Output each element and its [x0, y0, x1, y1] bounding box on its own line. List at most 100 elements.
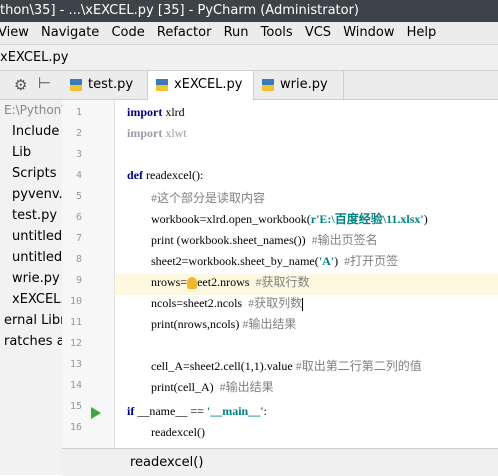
line-number: 11	[69, 317, 82, 328]
gear-icon[interactable]: ⚙	[14, 76, 27, 94]
tree-item-label: ernal Libra	[4, 313, 62, 328]
comment: #输出结果	[219, 380, 274, 394]
project-toolbar: ⚙ ⊢	[0, 71, 62, 100]
tree-item-scratches[interactable]: ratches and	[0, 331, 62, 352]
code-text: workbook=xlrd.open_workbook(	[151, 212, 311, 226]
menu-run[interactable]: Run	[224, 22, 249, 44]
string-literal: r'E:\百度经验\11.xlsx'	[310, 212, 424, 226]
code-text: readexcel():	[143, 168, 204, 182]
python-file-icon	[70, 79, 82, 91]
project-tree: E:\Python\ Include Lib Scripts pyvenv.cf…	[0, 100, 63, 475]
window-title: thon\35] - ...\xEXCEL.py [35] - PyCharm …	[0, 3, 359, 18]
code-text: cell_A=sheet2.cell(1,1).value	[151, 359, 296, 373]
menu-view[interactable]: View	[0, 22, 29, 44]
lightbulb-icon[interactable]	[187, 277, 198, 290]
menu-refactor[interactable]: Refactor	[157, 22, 212, 44]
code-editor[interactable]: import xlrd import xlwt def readexcel():…	[115, 100, 498, 448]
code-text: xlrd	[162, 105, 185, 119]
line-number: 3	[75, 149, 82, 160]
code-line: readexcel()	[151, 425, 205, 440]
tree-item-label: xEXCEL.py	[12, 292, 62, 307]
tree-item-wrie-py[interactable]: wrie.py	[0, 268, 62, 289]
comment: #打开页签	[344, 254, 399, 268]
code-line: nrows= eet2.nrows #获取行数	[151, 273, 309, 290]
comment: #这个部分是读取内容	[151, 191, 266, 205]
window-title-bar: thon\35] - ...\xEXCEL.py [35] - PyCharm …	[0, 0, 498, 22]
tree-item-label: ratches and	[4, 334, 62, 349]
line-number: 6	[75, 212, 82, 223]
code-text: print(nrows,ncols)	[151, 317, 243, 331]
line-number: 2	[75, 128, 82, 139]
python-file-icon	[262, 79, 274, 91]
menu-window[interactable]: Window	[343, 22, 394, 44]
project-root[interactable]: E:\Python\	[0, 100, 62, 121]
menu-help[interactable]: Help	[407, 22, 437, 44]
hide-panel-icon[interactable]: ⊢	[38, 74, 51, 92]
code-text: xlwt	[162, 126, 187, 140]
navigation-bar: xEXCEL.py	[0, 45, 498, 71]
tree-item-label: wrie.py	[12, 271, 60, 286]
tree-item-pyvenv[interactable]: pyvenv.cfg	[0, 184, 62, 205]
line-number: 1	[75, 107, 82, 118]
comment: #获取行数	[255, 275, 310, 289]
line-number: 14	[69, 380, 82, 391]
line-number-gutter: 1 2 3 4 5 6 7 8 9 10 11 12 13 14 15 16	[62, 100, 115, 448]
line-number: 8	[75, 254, 82, 265]
code-line: if __name__ == '__main__':	[127, 404, 267, 419]
tree-item-label: Scripts	[12, 166, 57, 181]
code-line: cell_A=sheet2.cell(1,1).value #取出第二行第二列的…	[151, 357, 422, 374]
text-caret	[302, 297, 304, 311]
code-text: )	[423, 212, 428, 226]
line-number: 16	[69, 422, 82, 433]
code-line: print(cell_A) #输出结果	[151, 378, 274, 395]
comment: #取出第二行第二列的值	[295, 359, 422, 373]
code-line: print(nrows,ncols) #输出结果	[151, 315, 296, 332]
string-literal: 'A'	[318, 254, 335, 268]
code-line: #这个部分是读取内容	[151, 189, 265, 206]
breadcrumb-file[interactable]: xEXCEL.py	[0, 50, 68, 65]
python-file-icon	[156, 79, 168, 91]
line-number: 15	[69, 401, 82, 412]
string-literal: '__main__'	[206, 404, 264, 418]
tree-item-lib[interactable]: Lib	[0, 142, 62, 163]
run-icon[interactable]	[91, 407, 101, 419]
menu-bar: View Navigate Code Refactor Run Tools VC…	[0, 22, 498, 45]
tree-item-label: Include	[12, 124, 60, 139]
code-text: ncols=sheet2.ncols	[151, 296, 249, 310]
menu-tools[interactable]: Tools	[261, 22, 293, 44]
tree-item-external-libraries[interactable]: ernal Libra	[0, 310, 62, 331]
line-number: 13	[69, 359, 82, 370]
tree-item-scripts[interactable]: Scripts	[0, 163, 62, 184]
tab-xexcel-py[interactable]: xEXCEL.py	[148, 71, 254, 100]
menu-vcs[interactable]: VCS	[305, 22, 331, 44]
code-text: readexcel()	[151, 425, 205, 439]
tree-item-label: test.py	[12, 208, 58, 223]
code-text: print (workbook.sheet_names())	[151, 233, 312, 247]
tab-label: test.py	[88, 77, 134, 92]
code-text: eet2.nrows	[197, 275, 256, 289]
tree-item-xexcel-py[interactable]: xEXCEL.py	[0, 289, 62, 310]
menu-code[interactable]: Code	[111, 22, 144, 44]
menu-navigate[interactable]: Navigate	[41, 22, 99, 44]
comment: #获取列数	[248, 296, 303, 310]
tree-item-test-py[interactable]: test.py	[0, 205, 62, 226]
line-number: 9	[75, 275, 82, 286]
tree-item-untitled-ui[interactable]: untitled.ui	[0, 247, 62, 268]
code-line: print (workbook.sheet_names()) #输出页签名	[151, 231, 378, 248]
tree-item-label: pyvenv.cfg	[12, 187, 63, 202]
tab-test-py[interactable]: test.py	[62, 71, 148, 99]
keyword: def	[127, 168, 143, 182]
code-text: print(cell_A)	[151, 380, 220, 394]
breadcrumb-function[interactable]: readexcel()	[130, 449, 203, 476]
tree-item-untitled-py[interactable]: untitled.py	[0, 226, 62, 247]
line-number: 5	[75, 191, 82, 202]
code-line: sheet2=workbook.sheet_by_name('A') #打开页签	[151, 252, 398, 269]
tree-item-include[interactable]: Include	[0, 121, 62, 142]
code-text: __name__ ==	[134, 404, 207, 418]
line-number: 12	[69, 338, 82, 349]
tab-wrie-py[interactable]: wrie.py	[254, 71, 344, 99]
keyword: import	[127, 105, 163, 119]
tree-item-label: Lib	[12, 145, 32, 160]
comment: #输出结果	[242, 317, 297, 331]
code-line: workbook=xlrd.open_workbook(r'E:\百度经验\11…	[151, 210, 428, 227]
